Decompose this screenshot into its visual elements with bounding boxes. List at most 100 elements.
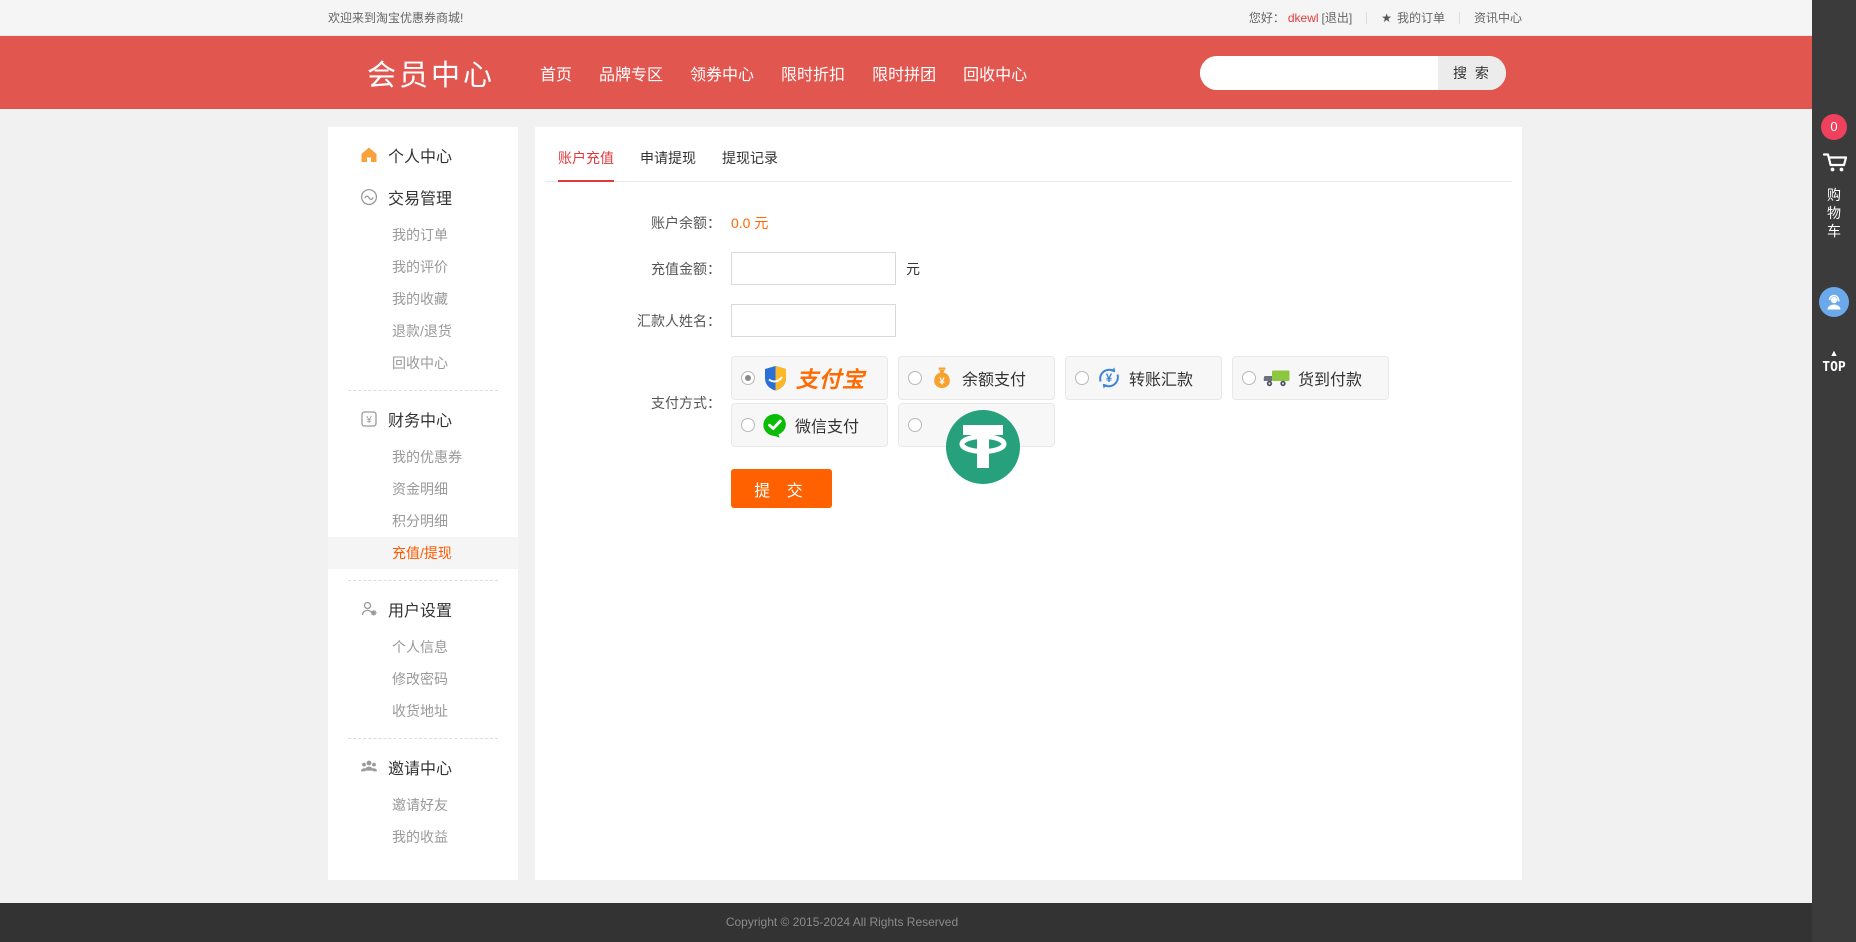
nav-group-buy[interactable]: 限时拼团 bbox=[872, 61, 936, 85]
amount-unit: 元 bbox=[906, 259, 920, 279]
search-bar: 搜 索 bbox=[1200, 56, 1506, 90]
star-icon: ★ bbox=[1381, 11, 1392, 25]
sidebar-item-points-details[interactable]: 积分明细 bbox=[328, 505, 518, 537]
cart-icon[interactable] bbox=[1819, 147, 1849, 182]
payment-option-balance[interactable]: ¥ 余额支付 bbox=[898, 356, 1055, 400]
news-center-link[interactable]: 资讯中心 bbox=[1474, 9, 1522, 26]
transfer-icon: ¥ bbox=[1096, 365, 1122, 391]
search-input[interactable] bbox=[1200, 56, 1438, 90]
back-to-top-button[interactable]: ▲ TOP bbox=[1812, 349, 1856, 376]
tab-account-recharge[interactable]: 账户充值 bbox=[558, 140, 614, 182]
customer-service-icon[interactable] bbox=[1819, 287, 1849, 317]
welcome-text: 欢迎来到淘宝优惠券商城! bbox=[328, 9, 463, 26]
nav-recycle-center[interactable]: 回收中心 bbox=[963, 61, 1027, 85]
right-toolbar: 0 购物车 ▲ TOP bbox=[1812, 0, 1856, 942]
radio-balance[interactable] bbox=[908, 371, 922, 385]
payment-option-alipay[interactable]: 支付宝 bbox=[731, 356, 888, 400]
sidebar-item-refund-return[interactable]: 退款/退货 bbox=[328, 315, 518, 347]
cart-count-badge: 0 bbox=[1821, 114, 1847, 140]
my-orders-link[interactable]: ★我的订单 bbox=[1381, 9, 1445, 26]
topbar: 欢迎来到淘宝优惠券商城! 您好： dkewl [退出] ★我的订单 资讯中心 bbox=[0, 0, 1856, 36]
radio-usdt[interactable] bbox=[908, 418, 922, 432]
payment-label: 转账汇款 bbox=[1129, 366, 1193, 390]
amount-label: 充值金额： bbox=[535, 259, 731, 279]
alipay-shield-icon bbox=[762, 365, 789, 392]
up-triangle-icon: ▲ bbox=[1812, 349, 1856, 358]
sidebar-section-label: 邀请中心 bbox=[388, 755, 452, 779]
sidebar: 个人中心 交易管理 我的订单 我的评价 我的收藏 退款/退货 回收中心 ¥ 财务… bbox=[328, 127, 518, 880]
sidebar-item-recycle-center[interactable]: 回收中心 bbox=[328, 347, 518, 379]
user-settings-icon bbox=[360, 600, 378, 618]
nav-flash-discount[interactable]: 限时折扣 bbox=[781, 61, 845, 85]
sidebar-section-finance-center[interactable]: ¥ 财务中心 bbox=[328, 402, 518, 436]
radio-cod[interactable] bbox=[1242, 371, 1256, 385]
main-nav: 首页 品牌专区 领券中心 限时折扣 限时拼团 回收中心 bbox=[540, 36, 1027, 109]
footer: Copyright © 2015-2024 All Rights Reserve… bbox=[0, 903, 1856, 942]
greeting-prefix: 您好： bbox=[1249, 9, 1285, 26]
payment-method-label: 支付方式： bbox=[535, 393, 731, 413]
truck-icon bbox=[1263, 368, 1291, 388]
main-content: 账户充值 申请提现 提现记录 账户余额： 0.0 元 充值金额： 元 汇款人姓名… bbox=[535, 127, 1522, 880]
top-label: TOP bbox=[1822, 360, 1845, 375]
sidebar-section-label: 财务中心 bbox=[388, 407, 452, 431]
radio-transfer[interactable] bbox=[1075, 371, 1089, 385]
sidebar-item-my-favorites[interactable]: 我的收藏 bbox=[328, 283, 518, 315]
radio-wechat[interactable] bbox=[741, 418, 755, 432]
nav-coupon-center[interactable]: 领券中心 bbox=[690, 61, 754, 85]
svg-text:¥: ¥ bbox=[1106, 373, 1113, 385]
sidebar-item-fund-details[interactable]: 资金明细 bbox=[328, 473, 518, 505]
tabs: 账户充值 申请提现 提现记录 bbox=[545, 127, 1512, 182]
radio-alipay[interactable] bbox=[741, 371, 755, 385]
search-button[interactable]: 搜 索 bbox=[1438, 56, 1506, 90]
sidebar-section-user-settings[interactable]: 用户设置 bbox=[328, 592, 518, 626]
divider bbox=[1366, 12, 1367, 24]
sidebar-item-change-password[interactable]: 修改密码 bbox=[328, 663, 518, 695]
balance-label: 账户余额： bbox=[535, 213, 731, 233]
sidebar-item-my-coupons[interactable]: 我的优惠券 bbox=[328, 441, 518, 473]
sidebar-item-shipping-address[interactable]: 收货地址 bbox=[328, 695, 518, 727]
tab-apply-withdraw[interactable]: 申请提现 bbox=[640, 140, 696, 181]
payment-options: 支付宝 ¥ 余额支付 ¥ 转账汇款 bbox=[731, 356, 1431, 450]
sidebar-item-invite-friends[interactable]: 邀请好友 bbox=[328, 789, 518, 821]
sidebar-section-personal-center[interactable]: 个人中心 bbox=[328, 138, 518, 172]
alipay-logo-text: 支付宝 bbox=[796, 362, 865, 394]
recharge-amount-input[interactable] bbox=[731, 252, 896, 285]
logout-link[interactable]: [退出] bbox=[1322, 9, 1353, 26]
username-link[interactable]: dkewl bbox=[1288, 11, 1319, 25]
submit-button[interactable]: 提 交 bbox=[731, 469, 832, 508]
sidebar-item-my-orders[interactable]: 我的订单 bbox=[328, 219, 518, 251]
money-bag-icon: ¥ bbox=[929, 365, 955, 391]
cart-label[interactable]: 购物车 bbox=[1826, 186, 1842, 240]
payment-option-wechat[interactable]: 微信支付 bbox=[731, 403, 888, 447]
wechat-icon bbox=[762, 412, 788, 438]
sidebar-item-my-earnings[interactable]: 我的收益 bbox=[328, 821, 518, 853]
divider bbox=[1459, 12, 1460, 24]
divider bbox=[348, 580, 498, 581]
nav-home[interactable]: 首页 bbox=[540, 61, 572, 85]
svg-text:¥: ¥ bbox=[365, 415, 372, 426]
sidebar-section-label: 交易管理 bbox=[388, 185, 452, 209]
payment-option-transfer[interactable]: ¥ 转账汇款 bbox=[1065, 356, 1222, 400]
divider bbox=[348, 390, 498, 391]
finance-icon: ¥ bbox=[360, 410, 378, 428]
sidebar-section-trade-management[interactable]: 交易管理 bbox=[328, 180, 518, 214]
svg-text:¥: ¥ bbox=[939, 377, 945, 388]
nav-brand-zone[interactable]: 品牌专区 bbox=[599, 61, 663, 85]
sidebar-item-my-reviews[interactable]: 我的评价 bbox=[328, 251, 518, 283]
exchange-icon bbox=[360, 188, 378, 206]
sidebar-item-recharge-withdraw[interactable]: 充值/提现 bbox=[328, 537, 518, 569]
payment-option-cod[interactable]: 货到付款 bbox=[1232, 356, 1389, 400]
payer-name-input[interactable] bbox=[731, 304, 896, 337]
home-icon bbox=[360, 146, 378, 164]
sidebar-section-label: 个人中心 bbox=[388, 143, 452, 167]
invite-icon bbox=[360, 758, 378, 776]
balance-value: 0.0 元 bbox=[731, 213, 768, 233]
sidebar-section-invite-center[interactable]: 邀请中心 bbox=[328, 750, 518, 784]
main-header: 会员中心 首页 品牌专区 领券中心 限时折扣 限时拼团 回收中心 搜 索 bbox=[0, 36, 1856, 109]
payment-option-usdt[interactable] bbox=[898, 403, 1055, 447]
copyright-text: Copyright © 2015-2024 All Rights Reserve… bbox=[0, 903, 1684, 942]
sidebar-section-label: 用户设置 bbox=[388, 597, 452, 621]
payment-label: 货到付款 bbox=[1298, 366, 1362, 390]
sidebar-item-personal-info[interactable]: 个人信息 bbox=[328, 631, 518, 663]
tab-withdraw-records[interactable]: 提现记录 bbox=[722, 140, 778, 181]
